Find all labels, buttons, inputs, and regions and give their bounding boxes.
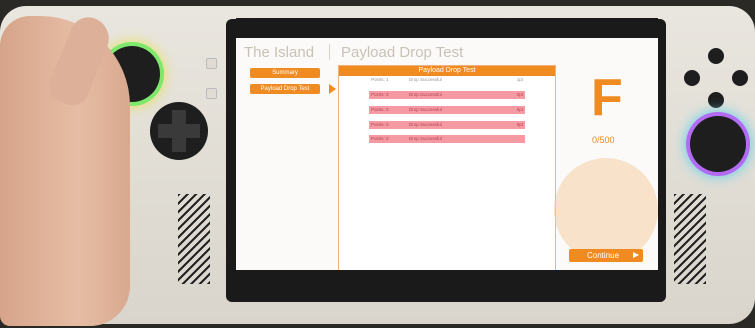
play-triangle-icon [633, 252, 639, 258]
row-message: Drop Successful [409, 92, 442, 97]
button-a[interactable] [708, 92, 724, 108]
row-points: Points: 1 [371, 77, 389, 82]
title-divider [329, 44, 330, 60]
button-y[interactable] [708, 48, 724, 64]
row-value: 0pt [516, 92, 523, 97]
continue-button[interactable]: Continue [569, 249, 643, 262]
row-value: 0pt [516, 122, 523, 127]
result-row: Points: 0 Drop Successful 0pt [369, 121, 525, 129]
nav-payload-drop-test-button[interactable]: Payload Drop Test [250, 84, 320, 94]
nav-summary-button[interactable]: Summary [250, 68, 320, 78]
button-b[interactable] [732, 70, 748, 86]
emblem-icon [554, 158, 658, 262]
right-speaker-grille [674, 194, 706, 284]
island-title: The Island [244, 44, 315, 61]
row-message: Drop Successful [409, 122, 442, 127]
menu-button[interactable] [206, 88, 217, 99]
panel-title: Payload Drop Test [339, 66, 555, 76]
row-value: 0pt [516, 107, 523, 112]
continue-label: Continue [587, 251, 620, 260]
results-panel: Payload Drop Test Points: 1 Drop Success… [338, 65, 556, 270]
screen-top-bar [236, 18, 658, 38]
row-message: Drop Successful [409, 136, 442, 141]
result-row: Points: 0 Drop Successful 0pt [369, 106, 525, 114]
photo-frame: The Island Payload Drop Test Summary Pay… [0, 0, 755, 328]
row-message: Drop Successful [409, 77, 442, 82]
view-button[interactable] [206, 58, 217, 69]
result-row: Points: 0 Drop Successful [369, 135, 525, 143]
game-screen: The Island Payload Drop Test Summary Pay… [236, 38, 658, 270]
result-row: Points: 0 Drop Successful 0pt [369, 91, 525, 99]
button-x[interactable] [684, 70, 700, 86]
row-points: Points: 0 [371, 122, 389, 127]
right-joystick[interactable] [690, 116, 746, 172]
row-message: Drop Successful [409, 107, 442, 112]
row-value: 1pt [516, 77, 523, 82]
triangle-pointer-icon [329, 84, 336, 94]
left-speaker-grille [178, 194, 210, 284]
dpad[interactable] [150, 102, 208, 160]
row-points: Points: 0 [371, 107, 389, 112]
result-row: Points: 1 Drop Successful 1pt [369, 76, 525, 84]
test-title: Payload Drop Test [341, 44, 464, 61]
row-points: Points: 0 [371, 136, 389, 141]
row-points: Points: 0 [371, 92, 389, 97]
score-readout: 0/500 [592, 135, 615, 145]
grade-letter: F [591, 69, 623, 127]
